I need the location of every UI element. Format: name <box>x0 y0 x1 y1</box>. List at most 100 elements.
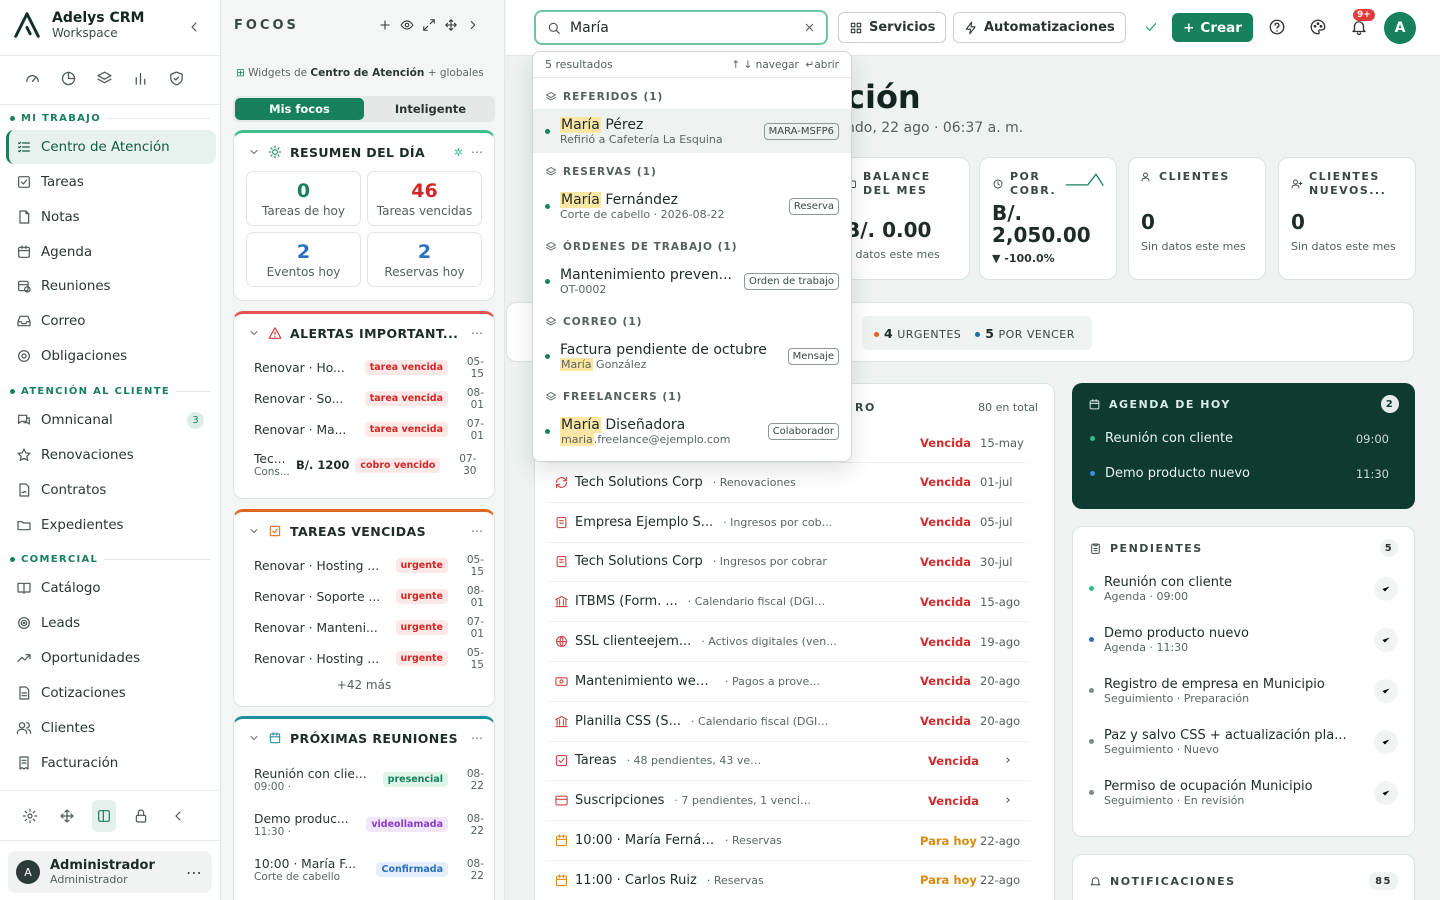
search-result[interactable]: María Fernández Corte de cabello · 2026-0… <box>533 184 851 228</box>
automatizaciones-button[interactable]: Automatizaciones <box>953 12 1126 43</box>
list-item[interactable]: Renovar · Ho... tarea vencida 05-15 <box>234 352 494 383</box>
search-result[interactable]: María Diseñadora maria.freelance@ejemplo.… <box>533 409 851 453</box>
sidebar-item-oportunidades[interactable]: Oportunidades <box>6 641 216 675</box>
check-icon[interactable] <box>1374 780 1398 805</box>
meeting-row[interactable]: Reunión con clie... 09:00 · presencial 08-2… <box>234 757 494 802</box>
summary-stat[interactable]: 0 Tareas de hoy <box>246 171 361 226</box>
chevron-left-icon[interactable] <box>166 800 190 832</box>
table-row[interactable]: Empresa Ejemplo S... · Ingresos por cob..… <box>547 503 1028 543</box>
pending-item[interactable]: Permiso de ocupación Municipio Seguimient… <box>1089 767 1398 818</box>
summary-stat[interactable]: 2 Eventos hoy <box>246 232 361 287</box>
list-item[interactable]: Renovar · So... tarea vencida 08-01 <box>234 383 494 414</box>
list-item[interactable]: Renovar · Hosting ... urgente 05-15 <box>234 643 494 674</box>
table-row[interactable]: Planilla CSS (S... · Calendario fiscal (D… <box>547 702 1028 742</box>
summary-stat[interactable]: 46 Tareas vencidas <box>367 171 482 226</box>
summary-stat[interactable]: 2 Reservas hoy <box>367 232 482 287</box>
check-icon[interactable] <box>1374 678 1398 703</box>
kpi-clientes-nuevos[interactable]: CLIENTES NUEVOS... 0 Sin datos este mes <box>1278 157 1416 280</box>
chevron-right-icon[interactable] <box>466 18 480 32</box>
chevron-right-icon[interactable]: › <box>988 753 1028 768</box>
alert-row[interactable]: Tec... Cons... B/. 1200 cobro vencido 07… <box>234 445 494 485</box>
table-row[interactable]: 10:00 · María Fernández· ReservasPara ho… <box>547 821 1028 861</box>
list-item[interactable]: Renovar · Ma... tarea vencida 07-01 <box>234 414 494 445</box>
layers-icon[interactable] <box>96 70 113 87</box>
agenda-item[interactable]: Demo producto nuevo 11:30 <box>1088 456 1399 491</box>
expand-icon[interactable] <box>422 18 436 32</box>
sidebar-item-tareas[interactable]: Tareas <box>6 165 216 199</box>
move-icon[interactable] <box>55 800 79 832</box>
chevron-left-icon[interactable] <box>186 19 202 35</box>
kpi-por-cobrar[interactable]: POR COBR. B/. 2,050.00 ▼ -100.0% <box>979 157 1117 280</box>
shield-icon[interactable] <box>168 70 185 87</box>
sidebar-item-expedientes[interactable]: Expedientes <box>6 508 216 542</box>
list-item[interactable]: Renovar · Hosting ... urgente 05-15 <box>234 550 494 581</box>
eye-icon[interactable] <box>400 18 414 32</box>
palette-icon[interactable] <box>1309 18 1327 36</box>
sidebar-item-centro-atencion[interactable]: Centro de Atención <box>6 130 216 164</box>
sidebar-item-correo[interactable]: Correo <box>6 304 216 338</box>
sidebar-item-facturacion[interactable]: Facturación <box>6 746 216 780</box>
kpi-balance[interactable]: BALANCE DEL MES B/. 0.00 n datos este me… <box>832 157 970 280</box>
sidebar-item-reuniones[interactable]: Reuniones <box>6 269 216 303</box>
sidebar-item-cotizaciones[interactable]: Cotizaciones <box>6 676 216 710</box>
sidebar-item-contratos[interactable]: Contratos <box>6 473 216 507</box>
more-icon[interactable]: ⋯ <box>471 524 484 538</box>
tab-mis-focos[interactable]: Mis focos <box>235 98 364 120</box>
chevron-down-icon[interactable] <box>248 146 260 158</box>
chip-por-vencer[interactable]: 5 POR VENCER <box>975 326 1075 341</box>
list-item[interactable]: Renovar · Soporte ... urgente 08-01 <box>234 581 494 612</box>
plus-icon[interactable] <box>378 18 392 32</box>
settings-icon[interactable] <box>18 800 42 832</box>
check-icon[interactable] <box>1374 627 1398 652</box>
panel-icon[interactable] <box>92 800 116 832</box>
user-menu[interactable]: A Administrador Administrador ⋯ <box>8 851 212 893</box>
gauge-icon[interactable] <box>24 70 41 87</box>
check-icon[interactable] <box>1374 729 1398 754</box>
sidebar-item-agenda[interactable]: Agenda <box>6 235 216 269</box>
pending-item[interactable]: Demo producto nuevo Agenda · 11:30 <box>1089 614 1398 665</box>
table-row[interactable]: 11:00 · Carlos Ruiz · Reservas Para hoy 22-… <box>547 861 1028 900</box>
sidebar-item-notas[interactable]: Notas <box>6 200 216 234</box>
help-icon[interactable] <box>1268 18 1286 36</box>
avatar[interactable]: A <box>1384 12 1416 44</box>
table-row[interactable]: SSL clienteejem... · Activos digitales (v… <box>547 622 1028 662</box>
servicios-button[interactable]: Servicios <box>838 12 947 43</box>
meeting-row[interactable]: Demo produc... 11:30 · videollamada 08-22 <box>234 802 494 847</box>
search-result[interactable]: Factura pendiente de octubre María Gonzál… <box>533 334 851 378</box>
chevron-right-icon[interactable]: › <box>988 793 1028 808</box>
table-row[interactable]: Mantenimiento web ... · Pagos a prove... V… <box>547 662 1028 702</box>
table-row[interactable]: Suscripciones · 7 pendientes, 1 vencidas V… <box>547 781 1028 822</box>
sidebar-item-catalogo[interactable]: Catálogo <box>6 571 216 605</box>
sidebar-item-clientes[interactable]: Clientes <box>6 711 216 745</box>
more-icon[interactable]: ⋯ <box>471 326 484 340</box>
more-icon[interactable]: ⋯ <box>471 731 484 745</box>
bar-chart-icon[interactable] <box>132 70 149 87</box>
check-icon[interactable] <box>1374 576 1398 601</box>
chevron-down-icon[interactable] <box>248 732 260 744</box>
pie-chart-icon[interactable] <box>60 70 77 87</box>
lock-icon[interactable] <box>129 800 153 832</box>
table-row[interactable]: ITBMS (Form. ... · Calendario fiscal (DGI… <box>547 582 1028 623</box>
pin-icon[interactable]: ✲ <box>454 146 463 159</box>
more-link[interactable]: +42 más <box>234 674 494 702</box>
brand[interactable]: Adelys CRM Workspace <box>12 10 144 40</box>
sidebar-item-obligaciones[interactable]: Obligaciones <box>6 339 216 373</box>
table-row[interactable]: Tech Solutions Corp · Renovaciones Vencida… <box>547 463 1028 503</box>
sidebar-item-renovaciones[interactable]: Renovaciones <box>6 438 216 472</box>
more-icon[interactable]: ⋯ <box>471 145 484 159</box>
sidebar-item-omnicanal[interactable]: Omnicanal 3 <box>6 403 216 437</box>
pending-item[interactable]: Registro de empresa en Municipio Seguimie… <box>1089 665 1398 716</box>
sidebar-item-leads[interactable]: Leads <box>6 606 216 640</box>
meeting-row[interactable]: 10:00 · María F... Corte de cabello Confir… <box>234 847 494 892</box>
table-row[interactable]: Tech Solutions Corp · Ingresos por cobrar… <box>547 542 1028 583</box>
search-input[interactable] <box>570 19 795 36</box>
pending-item[interactable]: Reunión con cliente Agenda · 09:00 <box>1089 563 1398 614</box>
table-row[interactable]: Tareas· 48 pendientes, 43 vencidasVencid… <box>547 741 1028 782</box>
chevron-down-icon[interactable] <box>248 327 260 339</box>
search-result[interactable]: Mantenimiento preven... OT-0002 Orden de t… <box>533 259 851 303</box>
move-icon[interactable] <box>444 18 458 32</box>
chevron-down-icon[interactable] <box>248 525 260 537</box>
crear-button[interactable]: + Crear <box>1172 13 1253 42</box>
pending-item[interactable]: Paz y salvo CSS + actualización pla... Se… <box>1089 716 1398 767</box>
chip-urgentes[interactable]: 4 URGENTES <box>874 326 961 341</box>
